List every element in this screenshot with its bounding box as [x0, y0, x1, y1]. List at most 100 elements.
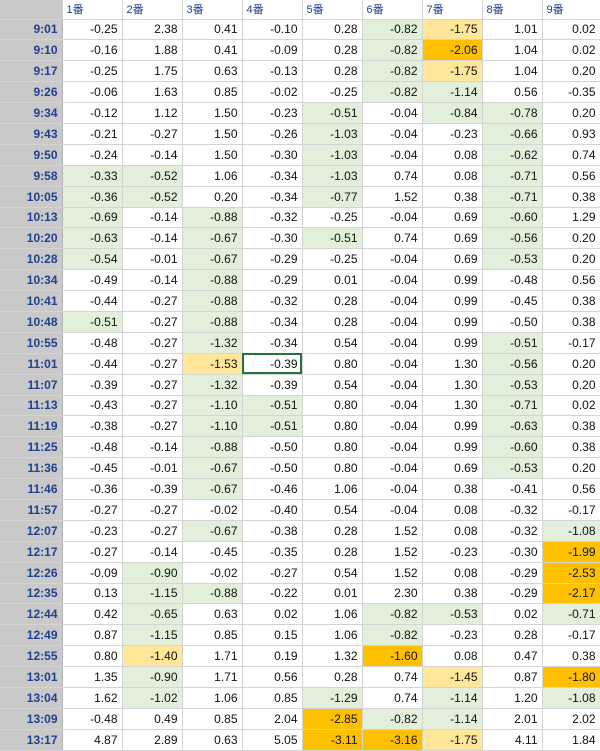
data-cell[interactable]: 0.41	[182, 39, 243, 62]
data-cell[interactable]: 0.38	[542, 436, 600, 459]
data-cell[interactable]: 1.30	[422, 353, 483, 375]
row-header-time[interactable]: 13:17	[0, 729, 63, 751]
data-cell[interactable]: 0.20	[542, 60, 600, 83]
data-cell[interactable]: -0.39	[122, 478, 183, 500]
data-cell[interactable]: 1.06	[302, 603, 363, 626]
data-cell[interactable]: 0.99	[422, 269, 483, 292]
data-cell[interactable]: -1.15	[122, 624, 183, 647]
data-cell[interactable]: -0.27	[62, 541, 123, 563]
data-cell[interactable]: 0.56	[242, 666, 303, 688]
data-cell[interactable]: -0.23	[242, 102, 303, 124]
data-cell[interactable]: 1.06	[302, 478, 363, 500]
data-cell[interactable]: 1.32	[302, 645, 363, 668]
data-cell[interactable]: -0.34	[242, 311, 303, 333]
data-cell[interactable]: -0.82	[362, 39, 423, 62]
data-cell[interactable]: 0.08	[422, 562, 483, 584]
data-cell[interactable]: -0.29	[482, 562, 543, 584]
data-cell[interactable]: 0.02	[542, 39, 600, 62]
data-cell[interactable]: -0.71	[482, 395, 543, 417]
data-cell[interactable]: -0.71	[542, 603, 600, 626]
row-header-time[interactable]: 13:01	[0, 666, 63, 688]
data-cell[interactable]: -0.51	[302, 227, 363, 250]
data-cell[interactable]: 0.20	[542, 374, 600, 396]
row-header-time[interactable]: 12:17	[0, 541, 63, 563]
data-cell[interactable]: -0.23	[422, 123, 483, 145]
data-cell[interactable]: -0.29	[242, 269, 303, 292]
data-cell[interactable]: -0.82	[362, 603, 423, 626]
data-cell[interactable]: -1.14	[422, 708, 483, 730]
data-cell[interactable]: 0.69	[422, 457, 483, 480]
row-header-time[interactable]: 11:57	[0, 499, 63, 521]
data-cell[interactable]: 4.87	[62, 729, 123, 751]
data-cell[interactable]: -0.04	[362, 144, 423, 166]
data-cell[interactable]: 0.01	[302, 583, 363, 605]
data-cell[interactable]: -1.29	[302, 687, 363, 709]
data-cell[interactable]: -0.56	[482, 353, 543, 375]
data-cell[interactable]: -0.50	[242, 457, 303, 480]
data-cell[interactable]: -0.02	[242, 81, 303, 104]
row-header-time[interactable]: 12:07	[0, 520, 63, 542]
data-cell[interactable]: -0.39	[242, 353, 303, 375]
data-cell[interactable]: 1.62	[62, 687, 123, 709]
row-header-time[interactable]: 9:01	[0, 19, 63, 41]
data-cell[interactable]: -0.82	[362, 60, 423, 83]
data-cell[interactable]: 1.75	[122, 60, 183, 83]
data-cell[interactable]: 1.50	[182, 102, 243, 124]
data-cell[interactable]: -1.80	[542, 666, 600, 688]
data-cell[interactable]: -1.08	[542, 520, 600, 542]
data-cell[interactable]: 0.20	[542, 353, 600, 375]
data-cell[interactable]: -1.32	[182, 332, 243, 354]
row-header-time[interactable]: 11:19	[0, 415, 63, 438]
data-cell[interactable]: -0.62	[482, 144, 543, 166]
data-cell[interactable]: 0.38	[422, 186, 483, 208]
data-cell[interactable]: -0.39	[242, 374, 303, 396]
data-cell[interactable]: 0.28	[302, 39, 363, 62]
data-cell[interactable]: -0.53	[482, 248, 543, 271]
data-cell[interactable]: 1.29	[542, 207, 600, 229]
data-cell[interactable]: 2.01	[482, 708, 543, 730]
data-cell[interactable]: 1.50	[182, 144, 243, 166]
data-cell[interactable]: -0.54	[62, 248, 123, 271]
data-cell[interactable]: 0.02	[542, 19, 600, 41]
data-cell[interactable]: -0.67	[182, 478, 243, 500]
data-cell[interactable]: 0.54	[302, 332, 363, 354]
data-cell[interactable]: 0.99	[422, 290, 483, 312]
data-cell[interactable]: -0.23	[422, 624, 483, 647]
data-cell[interactable]: 0.85	[182, 624, 243, 647]
data-cell[interactable]: 0.20	[542, 102, 600, 124]
data-cell[interactable]: 0.02	[542, 395, 600, 417]
data-cell[interactable]: -0.13	[242, 60, 303, 83]
data-cell[interactable]: 1.71	[182, 666, 243, 688]
row-header-time[interactable]: 10:28	[0, 248, 63, 271]
data-cell[interactable]: -0.26	[242, 123, 303, 145]
data-cell[interactable]: -1.53	[182, 353, 243, 375]
data-cell[interactable]: 0.08	[422, 165, 483, 187]
data-cell[interactable]: -0.88	[182, 290, 243, 312]
data-cell[interactable]: -0.51	[242, 415, 303, 438]
data-cell[interactable]: -0.60	[482, 207, 543, 229]
data-cell[interactable]: -0.25	[302, 81, 363, 104]
row-header-time[interactable]: 9:34	[0, 102, 63, 124]
data-cell[interactable]: -0.30	[242, 227, 303, 250]
data-cell[interactable]: 1.52	[362, 520, 423, 542]
data-cell[interactable]: 0.28	[302, 19, 363, 41]
column-header[interactable]: 3番	[182, 0, 243, 20]
data-cell[interactable]: -0.16	[62, 39, 123, 62]
data-cell[interactable]: -0.53	[482, 457, 543, 480]
data-cell[interactable]: -0.52	[122, 186, 183, 208]
data-cell[interactable]: -0.09	[242, 39, 303, 62]
data-cell[interactable]: 0.20	[542, 227, 600, 250]
data-cell[interactable]: -1.60	[362, 645, 423, 668]
data-cell[interactable]: -0.14	[122, 207, 183, 229]
data-cell[interactable]: -0.44	[62, 290, 123, 312]
data-cell[interactable]: -0.30	[242, 144, 303, 166]
row-header-time[interactable]: 10:48	[0, 311, 63, 333]
data-cell[interactable]: -0.04	[362, 353, 423, 375]
data-cell[interactable]: -0.67	[182, 248, 243, 271]
data-cell[interactable]: 1.88	[122, 39, 183, 62]
data-cell[interactable]: 0.99	[422, 311, 483, 333]
data-cell[interactable]: 1.01	[482, 19, 543, 41]
data-cell[interactable]: 4.11	[482, 729, 543, 751]
data-cell[interactable]: -0.29	[242, 248, 303, 271]
data-cell[interactable]: 0.38	[542, 415, 600, 438]
